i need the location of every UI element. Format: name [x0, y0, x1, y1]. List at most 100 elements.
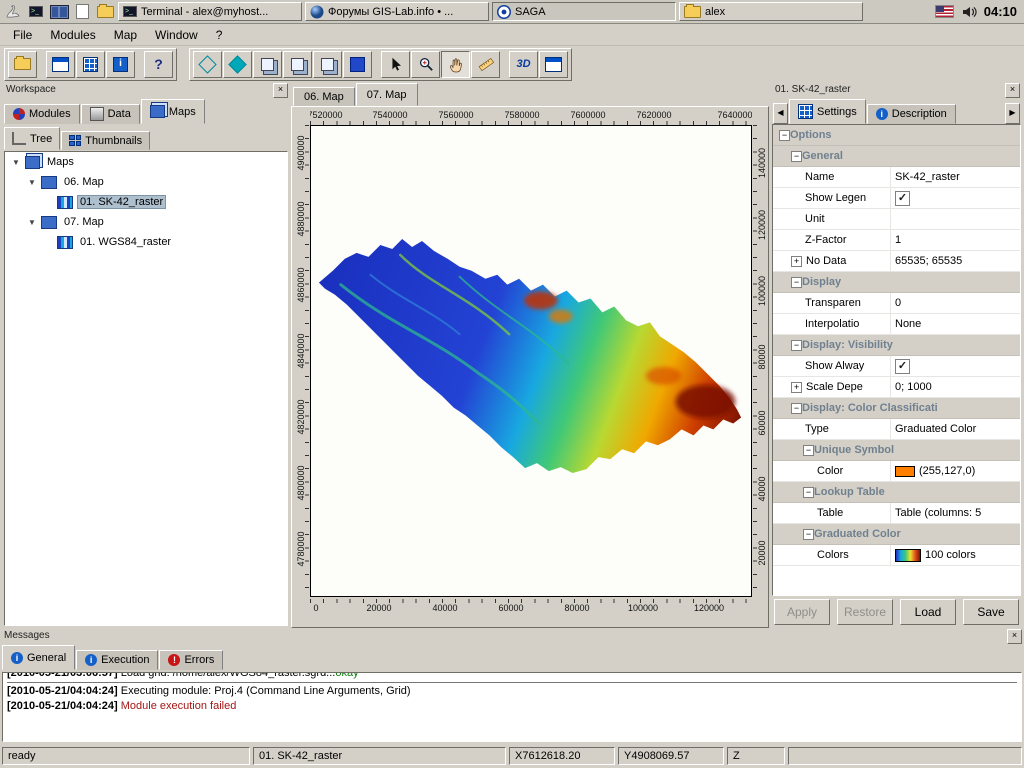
pointer-tool-button[interactable]	[381, 51, 410, 78]
show-data-source-button[interactable]	[76, 51, 105, 78]
collapse-icon[interactable]	[791, 403, 802, 414]
tab-description[interactable]: Description	[867, 104, 956, 124]
task-button-label: SAGA	[515, 6, 546, 18]
info-square-icon	[113, 57, 128, 72]
show-object-properties-button[interactable]	[106, 51, 135, 78]
blue-square-icon	[350, 57, 365, 72]
show-legend-checkbox[interactable]	[895, 191, 910, 206]
print-map-button[interactable]	[539, 51, 568, 78]
group-lookup-table[interactable]: Lookup Table	[773, 482, 1020, 503]
show-full-map-button[interactable]	[343, 51, 372, 78]
expand-icon[interactable]	[791, 382, 802, 393]
workspace-pager-icon[interactable]	[49, 2, 69, 22]
zoom-tool-button[interactable]	[411, 51, 440, 78]
tab-execution[interactable]: Execution	[76, 650, 158, 670]
window-panes-icon	[52, 57, 69, 72]
expand-icon[interactable]	[791, 256, 802, 267]
group-graduated-color[interactable]: Graduated Color	[773, 524, 1020, 545]
zoom-next-button[interactable]	[283, 51, 312, 78]
group-display-visibility[interactable]: Display: Visibility	[773, 335, 1020, 356]
keyboard-layout-flag-icon[interactable]	[935, 5, 954, 18]
menu-modules[interactable]: Modules	[41, 26, 104, 44]
taskbar: Terminal - alex@myhost... Форумы GIS-Lab…	[0, 0, 1024, 24]
expander-icon[interactable]	[27, 218, 37, 227]
blue-grid-icon	[83, 57, 98, 72]
task-button-saga[interactable]: SAGA	[492, 2, 676, 21]
group-color-classification[interactable]: Display: Color Classificati	[773, 398, 1020, 419]
measure-tool-button[interactable]	[471, 51, 500, 78]
tab-thumbnails[interactable]: Thumbnails	[61, 131, 150, 150]
open-button[interactable]	[8, 51, 37, 78]
group-options[interactable]: Options	[773, 125, 1020, 146]
zoom-previous-button[interactable]	[253, 51, 282, 78]
task-button-filemanager[interactable]: alex	[679, 2, 863, 21]
help-button[interactable]	[144, 51, 173, 78]
show-workspace-button[interactable]	[46, 51, 75, 78]
pan-tool-button[interactable]	[441, 51, 470, 78]
collapse-icon[interactable]	[791, 277, 802, 288]
collapse-icon[interactable]	[803, 487, 814, 498]
app-launcher-icon[interactable]	[3, 2, 23, 22]
tab-general[interactable]: General	[2, 645, 75, 670]
info-icon	[11, 652, 23, 664]
expander-icon[interactable]	[27, 178, 37, 187]
zoom-active-layer-button[interactable]	[223, 51, 252, 78]
collapse-icon[interactable]	[803, 445, 814, 456]
tab-tree[interactable]: Tree	[4, 127, 60, 150]
tree-item-maps[interactable]: Maps	[5, 152, 287, 172]
load-button[interactable]: Load	[900, 599, 956, 625]
tab-data[interactable]: Data	[81, 104, 140, 124]
ruler-bottom: 0 20000 40000 60000 80000 100000 120000	[310, 599, 752, 614]
tab-modules[interactable]: Modules	[4, 104, 80, 124]
task-button-terminal[interactable]: Terminal - alex@myhost...	[118, 2, 302, 21]
tree-item-wgs84-raster[interactable]: 01. WGS84_raster	[51, 232, 287, 252]
prop-row-color: Color (255,127,0)	[773, 461, 1020, 482]
collapse-icon[interactable]	[791, 151, 802, 162]
properties-close-button[interactable]	[1005, 83, 1020, 98]
document-launcher-icon[interactable]	[72, 2, 92, 22]
view-3d-button[interactable]: 3D	[509, 51, 538, 78]
tab-settings[interactable]: Settings	[789, 99, 866, 124]
zoom-full-extent-button[interactable]	[193, 51, 222, 78]
speaker-icon[interactable]	[961, 4, 977, 20]
tree-item-map07[interactable]: 07. Map	[21, 212, 287, 232]
info-icon	[876, 108, 888, 120]
collapse-icon[interactable]	[779, 130, 790, 141]
show-always-checkbox[interactable]	[895, 359, 910, 374]
collapse-icon[interactable]	[803, 529, 814, 540]
status-y-coordinate: Y4908069.57	[618, 747, 724, 765]
tree-item-sk42-raster[interactable]: 01. SK-42_raster	[51, 192, 287, 212]
menu-map[interactable]: Map	[105, 26, 146, 44]
task-button-browser[interactable]: Форумы GIS-Lab.info • ...	[305, 2, 489, 21]
prop-row-scale-dependent: Scale Depe 0; 1000	[773, 377, 1020, 398]
menu-file[interactable]: File	[4, 26, 41, 44]
menu-help[interactable]: ?	[207, 26, 232, 44]
prop-row-show-legend: Show Legen	[773, 188, 1020, 209]
tab-errors[interactable]: Errors	[159, 650, 223, 670]
tree-item-map06[interactable]: 06. Map	[21, 172, 287, 192]
error-icon	[168, 654, 180, 666]
prop-row-interpolation: Interpolatio None	[773, 314, 1020, 335]
map-canvas[interactable]	[310, 125, 752, 597]
menu-window[interactable]: Window	[146, 26, 207, 44]
messages-close-button[interactable]	[1007, 629, 1022, 644]
tab-maps[interactable]: Maps	[141, 99, 205, 124]
workspace-close-button[interactable]	[273, 83, 288, 98]
save-button[interactable]: Save	[963, 599, 1019, 625]
collapse-icon[interactable]	[791, 340, 802, 351]
files-launcher-icon[interactable]	[95, 2, 115, 22]
terminal-launcher-icon[interactable]	[26, 2, 46, 22]
tab-scroll-left-button[interactable]	[773, 103, 788, 124]
tab-map-06[interactable]: 06. Map	[293, 87, 355, 106]
workspace-caption: Workspace	[2, 82, 290, 98]
expander-icon[interactable]	[11, 158, 21, 167]
pointer-icon	[388, 56, 404, 72]
tab-map-07[interactable]: 07. Map	[356, 83, 418, 106]
tab-scroll-right-button[interactable]	[1005, 103, 1020, 124]
group-general[interactable]: General	[773, 146, 1020, 167]
synchronize-maps-button[interactable]	[313, 51, 342, 78]
map-tabs: 06. Map 07. Map	[291, 82, 769, 106]
group-unique-symbol[interactable]: Unique Symbol	[773, 440, 1020, 461]
log-line: [2010-05-21/03:06:57] Load grid: /home/a…	[7, 672, 1017, 681]
group-display[interactable]: Display	[773, 272, 1020, 293]
